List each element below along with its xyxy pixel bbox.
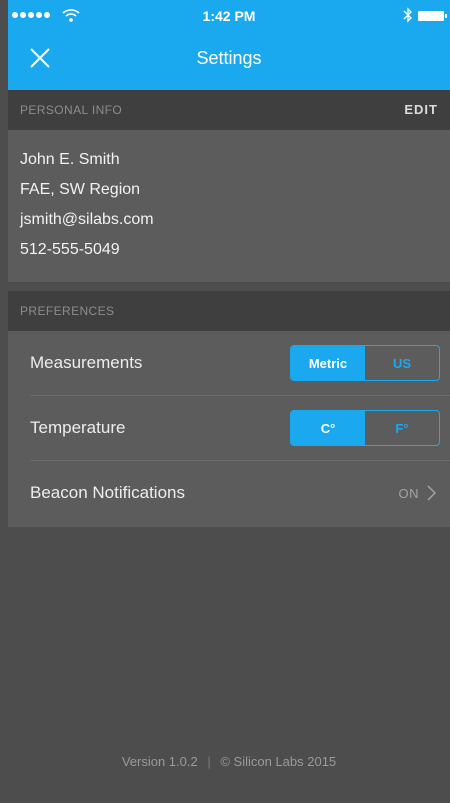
preferences-list: Measurements Metric US Temperature C° F°… [8,331,450,527]
app-header: 1:42 PM Settings [8,0,450,90]
temperature-row: Temperature C° F° [8,396,450,460]
measurements-row: Measurements Metric US [8,331,450,395]
fahrenheit-option[interactable]: F° [365,411,439,445]
temperature-label: Temperature [30,418,126,437]
settings-screen: 1:42 PM Settings PERSONAL INFO EDIT John… [8,0,450,803]
edit-button[interactable]: EDIT [404,102,438,117]
personal-info-section-header: PERSONAL INFO EDIT [8,90,450,130]
copyright-text: © Silicon Labs 2015 [220,754,337,769]
battery-icon [418,11,447,21]
app-footer: Version 1.0.2 | © Silicon Labs 2015 [8,754,450,769]
chevron-right-icon [427,485,436,501]
version-text: Version 1.0.2 [121,754,198,769]
beacon-notifications-label: Beacon Notifications [30,483,185,502]
measurements-label: Measurements [30,353,143,372]
celsius-option[interactable]: C° [291,411,365,445]
measurements-segmented-control[interactable]: Metric US [290,345,440,381]
preferences-section-header: PREFERENCES [8,291,450,331]
metric-option[interactable]: Metric [291,346,365,380]
personal-info-card: John E. Smith FAE, SW Region jsmith@sila… [8,130,450,282]
us-option[interactable]: US [365,346,439,380]
footer-separator: | [207,754,211,769]
beacon-notifications-row[interactable]: Beacon Notifications ON [8,461,450,525]
status-bar: 1:42 PM [8,0,450,36]
personal-info-label: PERSONAL INFO [20,103,123,117]
beacon-notifications-toggle[interactable]: ON [398,485,436,501]
page-title: Settings [196,48,262,68]
preferences-label: PREFERENCES [20,304,115,318]
user-role: FAE, SW Region [20,181,141,198]
user-name: John E. Smith [20,151,120,168]
status-time: 1:42 PM [202,8,256,24]
user-email: jsmith@silabs.com [20,211,154,228]
beacon-notifications-value: ON [398,485,419,501]
temperature-segmented-control[interactable]: C° F° [290,410,440,446]
user-phone: 512-555-5049 [20,241,120,258]
bluetooth-icon [403,7,412,23]
